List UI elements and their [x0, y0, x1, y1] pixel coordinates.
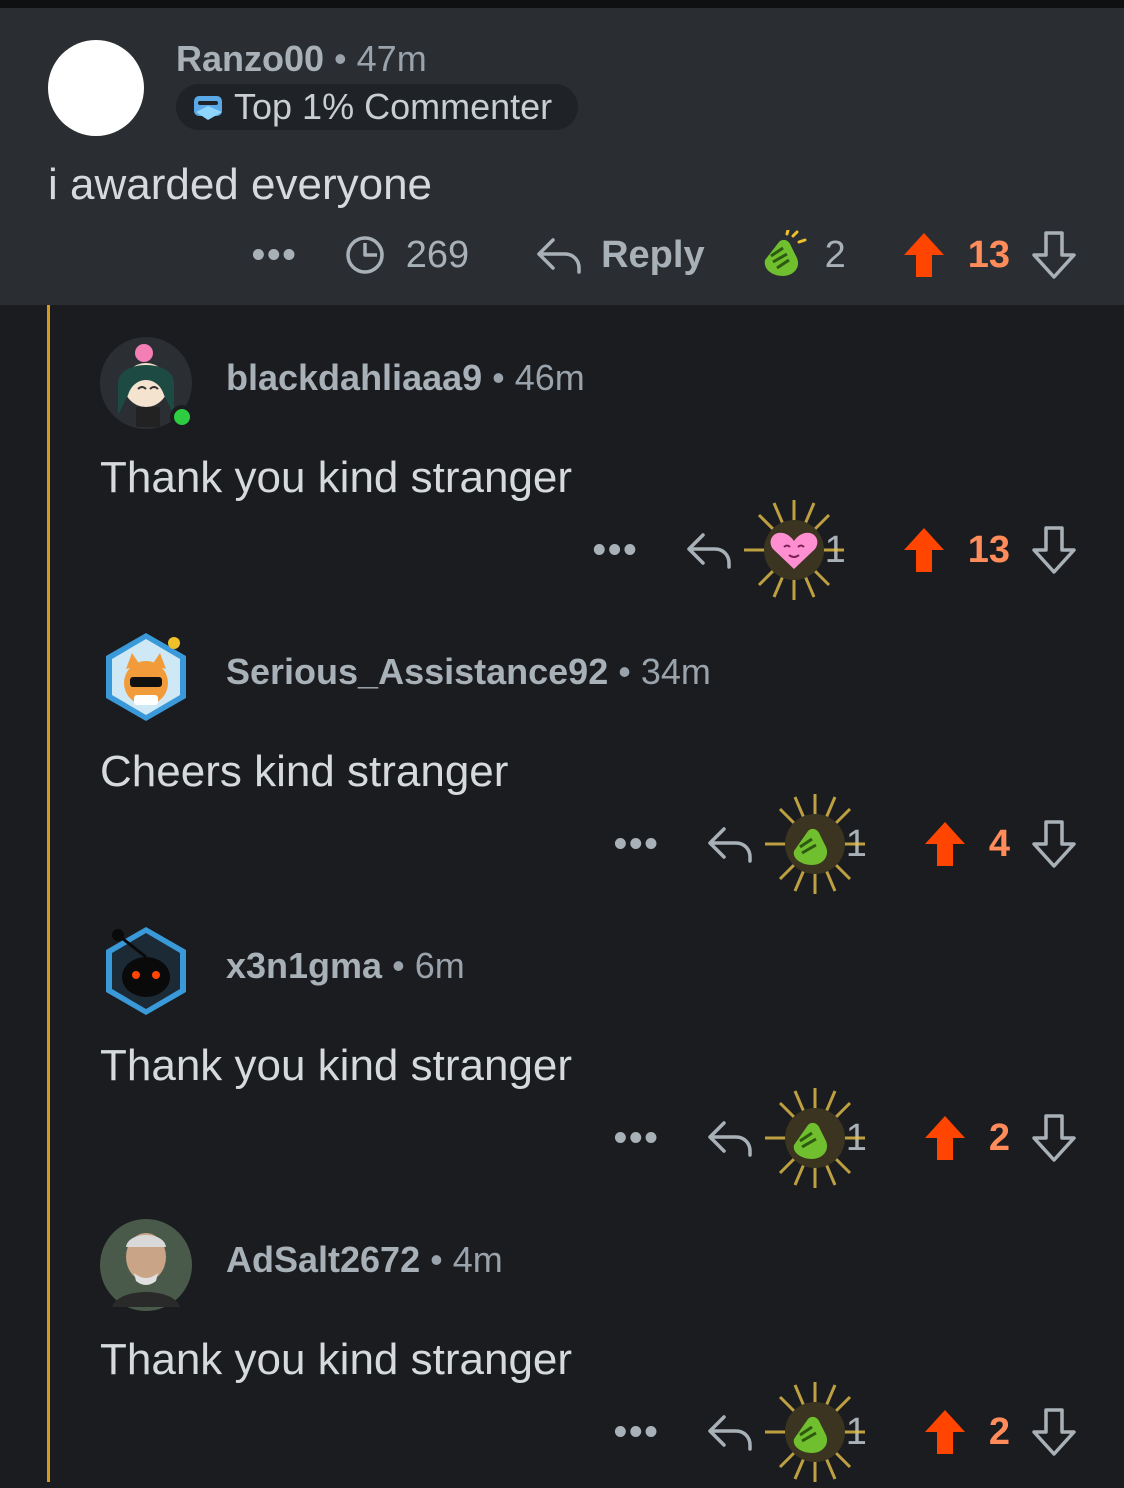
upvote-arrow-icon	[924, 822, 965, 866]
separator-dot: •	[492, 357, 505, 398]
award-button[interactable]: 1	[760, 1377, 867, 1487]
reply-label: Reply	[601, 233, 705, 276]
user-flair: Top 1% Commenter	[176, 84, 579, 130]
separator-dot: •	[392, 945, 405, 986]
separator-dot: •	[334, 38, 347, 79]
username[interactable]: Serious_Assistance92	[226, 651, 608, 692]
timestamp: 46m	[514, 357, 585, 398]
comment-meta: Ranzo00 • 47m	[176, 38, 427, 80]
top-bar	[0, 0, 1124, 8]
comment-body: Thank you kind stranger	[100, 1041, 573, 1090]
more-options-button[interactable]: •••	[252, 234, 298, 277]
clap-award-icon	[764, 1088, 865, 1188]
upvote-arrow-icon	[903, 233, 944, 277]
clock-icon	[345, 236, 384, 274]
commenter-badge-icon	[194, 96, 222, 120]
comment-actions: ••• 1	[593, 495, 1076, 605]
score: 2	[988, 1116, 1010, 1159]
upvote-button[interactable]	[902, 526, 946, 574]
clap-award-icon	[764, 794, 865, 894]
reply-comment: x3n1gma•6m Thank you kind stranger •••	[0, 893, 1124, 1188]
downvote-arrow-icon	[1032, 231, 1076, 279]
upvote-arrow-icon	[924, 1116, 965, 1160]
award-button[interactable]: 2	[757, 230, 846, 280]
username[interactable]: Ranzo00	[176, 38, 324, 79]
upvote-button[interactable]	[923, 820, 967, 868]
reply-button[interactable]: Reply	[535, 233, 705, 277]
score: 13	[967, 528, 1010, 571]
reply-button[interactable]	[706, 1117, 754, 1159]
username[interactable]: AdSalt2672	[226, 1239, 420, 1280]
comment-meta: Serious_Assistance92 • 34m	[226, 651, 711, 693]
comment-actions: ••• 269 Reply 2 13	[252, 230, 1076, 280]
avatar[interactable]	[98, 629, 194, 725]
username[interactable]: x3n1gma	[226, 945, 382, 986]
timestamp: 34m	[640, 651, 711, 692]
timestamp: 6m	[414, 945, 465, 986]
reply-icon	[707, 1415, 752, 1451]
comment-body: Cheers kind stranger	[100, 747, 509, 796]
reply-button[interactable]	[706, 823, 754, 865]
comment-actions: ••• 1	[614, 1083, 1076, 1193]
downvote-arrow-icon	[1032, 526, 1076, 574]
reply-icon	[707, 827, 752, 863]
downvote-button[interactable]	[1032, 820, 1076, 868]
reply-button[interactable]	[685, 529, 733, 571]
comment-meta: x3n1gma • 6m	[226, 945, 465, 987]
reply-comment: Serious_Assistance92 • 34m Cheers kind str…	[0, 599, 1124, 894]
avatar[interactable]	[48, 40, 144, 136]
award-button[interactable]: 1	[739, 495, 846, 605]
reply-icon	[707, 1121, 752, 1157]
downvote-arrow-icon	[1032, 1408, 1076, 1456]
upvote-arrow-icon	[924, 1410, 965, 1454]
award-count: 2	[824, 233, 846, 276]
score: 2	[988, 1410, 1010, 1453]
timestamp: 47m	[356, 38, 427, 79]
parent-comment: Ranzo00 • 47m Top 1% Commenter i awarded e…	[0, 8, 1124, 305]
views-button[interactable]: 269	[344, 234, 469, 277]
downvote-arrow-icon	[1032, 1114, 1076, 1162]
more-options-button[interactable]: •••	[614, 823, 660, 866]
avatar[interactable]	[98, 335, 194, 431]
username[interactable]: blackdahliaaa9	[226, 357, 482, 398]
award-button[interactable]: 1	[760, 1083, 867, 1193]
downvote-arrow-icon	[1032, 820, 1076, 868]
reply-icon	[537, 238, 581, 274]
comment-meta: AdSalt2672 • 4m	[226, 1239, 503, 1281]
score: 13	[967, 233, 1010, 276]
comment-body: Thank you kind stranger	[100, 453, 573, 502]
separator-dot: •	[618, 651, 631, 692]
upvote-arrow-icon	[903, 528, 944, 572]
clap-award-icon	[764, 1382, 865, 1482]
flair-label: Top 1% Commenter	[234, 86, 553, 127]
avatar[interactable]	[98, 923, 194, 1019]
upvote-button[interactable]	[923, 1114, 967, 1162]
downvote-button[interactable]	[1032, 526, 1076, 574]
downvote-button[interactable]	[1032, 1408, 1076, 1456]
timestamp: 4m	[452, 1239, 503, 1280]
comment-body: Thank you kind stranger	[100, 1335, 573, 1384]
reply-button[interactable]	[706, 1411, 754, 1453]
avatar[interactable]	[98, 1217, 194, 1313]
comment-meta: blackdahliaaa9 • 46m	[226, 357, 585, 399]
upvote-button[interactable]	[902, 231, 946, 279]
award-button[interactable]: 1	[760, 789, 867, 899]
clap-award-icon	[764, 230, 807, 276]
heart-award-icon	[743, 500, 844, 600]
comment-actions: ••• 1	[614, 1377, 1076, 1487]
upvote-button[interactable]	[923, 1408, 967, 1456]
comment-actions: ••• 1	[614, 789, 1076, 899]
score: 4	[988, 822, 1010, 865]
separator-dot: •	[430, 1239, 443, 1280]
reply-comment: blackdahliaaa9 • 46m Thank you kind strang…	[0, 305, 1124, 600]
more-options-button[interactable]: •••	[593, 529, 639, 572]
downvote-button[interactable]	[1032, 231, 1076, 279]
views-count: 269	[405, 233, 470, 276]
more-options-button[interactable]: •••	[614, 1411, 660, 1454]
reply-comment: AdSalt2672 • 4m Thank you kind stranger ••…	[0, 1187, 1124, 1482]
downvote-button[interactable]	[1032, 1114, 1076, 1162]
more-options-button[interactable]: •••	[614, 1117, 660, 1160]
reply-icon	[686, 533, 731, 569]
comment-body: i awarded everyone	[48, 160, 433, 209]
